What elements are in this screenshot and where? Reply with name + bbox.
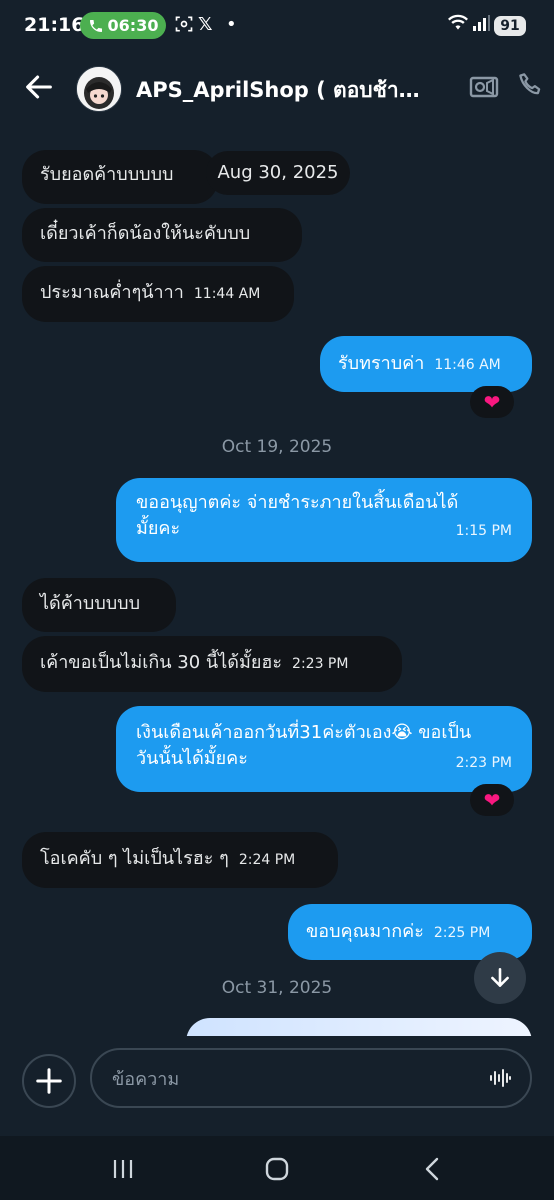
audio-waveform-icon xyxy=(490,1069,511,1087)
back-nav-button[interactable] xyxy=(418,1154,448,1184)
message-incoming[interactable]: ได้ค้าบบบบบ xyxy=(22,578,176,632)
message-text: เดี๋ยวเค้าก็ดน้องให้นะคับบบ xyxy=(40,223,251,244)
message-text-line-2: มั้ยคะ xyxy=(136,518,181,539)
message-text-line-1: ขออนุญาตค่ะ จ่ายชำระภายในสิ้นเดือนได้ xyxy=(136,492,459,513)
message-time: 2:25 PM xyxy=(433,925,491,941)
call-timer: 06:30 xyxy=(107,16,159,35)
message-outgoing[interactable]: ขออนุญาตค่ะ จ่ายชำระภายในสิ้นเดือนได้ มั… xyxy=(116,478,532,562)
back-nav-icon xyxy=(425,1157,439,1181)
message-text-line-1: เงินเดือนเค้าออกวันที่31ค่ะตัวเอง😭 ขอเป็… xyxy=(136,722,472,743)
recents-button[interactable] xyxy=(108,1154,138,1184)
message-time: 2:23 PM xyxy=(292,656,349,672)
conversation-header: APS_AprilShop ( ตอบช้า… xyxy=(0,52,554,128)
message-outgoing[interactable]: รับทราบค่า 11:46 AM xyxy=(320,336,532,392)
message-outgoing[interactable]: เงินเดือนเค้าออกวันที่31ค่ะตัวเอง😭 ขอเป็… xyxy=(116,706,532,792)
message-incoming[interactable]: โอเคคับ ๆ ไม่เป็นไรฮะ ๆ 2:24 PM xyxy=(22,832,338,888)
reaction-badge[interactable]: ❤ xyxy=(470,784,514,816)
date-pill: Aug 30, 2025 xyxy=(206,151,350,195)
clock: 21:16 xyxy=(24,14,85,36)
message-time: 2:23 PM xyxy=(455,755,512,771)
message-text: โอเคคับ ๆ ไม่เป็นไรฮะ ๆ xyxy=(40,848,229,869)
date-header: Oct 19, 2025 xyxy=(221,437,333,457)
date-label: Aug 30, 2025 xyxy=(217,162,339,183)
message-composer xyxy=(0,1036,554,1136)
message-incoming[interactable]: ประมาณค่ำๆน้าาา 11:44 AM xyxy=(22,266,294,322)
video-call-icon xyxy=(469,76,499,98)
wifi-icon xyxy=(448,14,468,37)
message-text: ได้ค้าบบบบบ xyxy=(40,593,141,614)
recents-nav-icon xyxy=(113,1160,133,1178)
message-input-container xyxy=(90,1048,532,1108)
battery-level: 91 xyxy=(494,16,526,36)
message-time: 2:24 PM xyxy=(238,852,296,868)
message-incoming[interactable]: เค้าขอเป็นไม่เกิน 30 นี้ได้มั้ยฮะ 2:23 PM xyxy=(22,636,402,692)
avatar[interactable] xyxy=(76,66,122,112)
ongoing-call-pill[interactable]: 06:30 xyxy=(80,12,166,39)
message-input[interactable] xyxy=(110,1064,474,1094)
heart-icon: ❤ xyxy=(483,390,501,414)
message-text: เค้าขอเป็นไม่เกิน 30 นี้ได้มั้ยฮะ xyxy=(40,652,283,673)
add-attachment-button[interactable] xyxy=(22,1054,76,1108)
message-text-line-2: วันนั้นได้มั้ยคะ xyxy=(136,748,248,769)
message-text: รับยอดค้าบบบบบ xyxy=(40,164,174,185)
signal-icon xyxy=(472,14,490,37)
home-nav-icon xyxy=(265,1157,289,1181)
home-button[interactable] xyxy=(262,1154,292,1184)
voice-call-button[interactable] xyxy=(516,70,548,102)
screenshot-icon xyxy=(174,14,194,39)
heart-icon: ❤ xyxy=(483,788,501,812)
more-notifications-dot: • xyxy=(226,14,237,35)
x-app-icon: 𝕏 xyxy=(198,14,213,35)
plus-icon xyxy=(36,1068,62,1094)
status-bar: 21:16 06:30 𝕏 • 91 xyxy=(0,0,554,52)
message-incoming[interactable]: เดี๋ยวเค้าก็ดน้องให้นะคับบบ xyxy=(22,208,302,262)
back-arrow-icon xyxy=(26,75,52,99)
reaction-badge[interactable]: ❤ xyxy=(470,386,514,418)
message-incoming[interactable]: รับยอดค้าบบบบบ xyxy=(22,150,218,204)
message-text: ประมาณค่ำๆน้าาา xyxy=(40,282,184,303)
message-text: ขอบคุณมากค่ะ xyxy=(306,921,424,942)
phone-icon xyxy=(519,73,541,95)
conversation-title[interactable]: APS_AprilShop ( ตอบช้า… xyxy=(136,74,436,107)
back-button[interactable] xyxy=(22,70,56,104)
message-text: รับทราบค่า xyxy=(338,353,425,374)
system-navigation-bar xyxy=(0,1136,554,1200)
phone-icon xyxy=(89,19,102,32)
video-call-button[interactable] xyxy=(468,70,500,102)
message-time: 11:44 AM xyxy=(193,286,261,302)
voice-message-button[interactable] xyxy=(488,1066,512,1090)
message-time: 1:15 PM xyxy=(455,523,512,539)
date-header: Oct 31, 2025 xyxy=(221,978,333,998)
message-time: 11:46 AM xyxy=(434,357,501,373)
